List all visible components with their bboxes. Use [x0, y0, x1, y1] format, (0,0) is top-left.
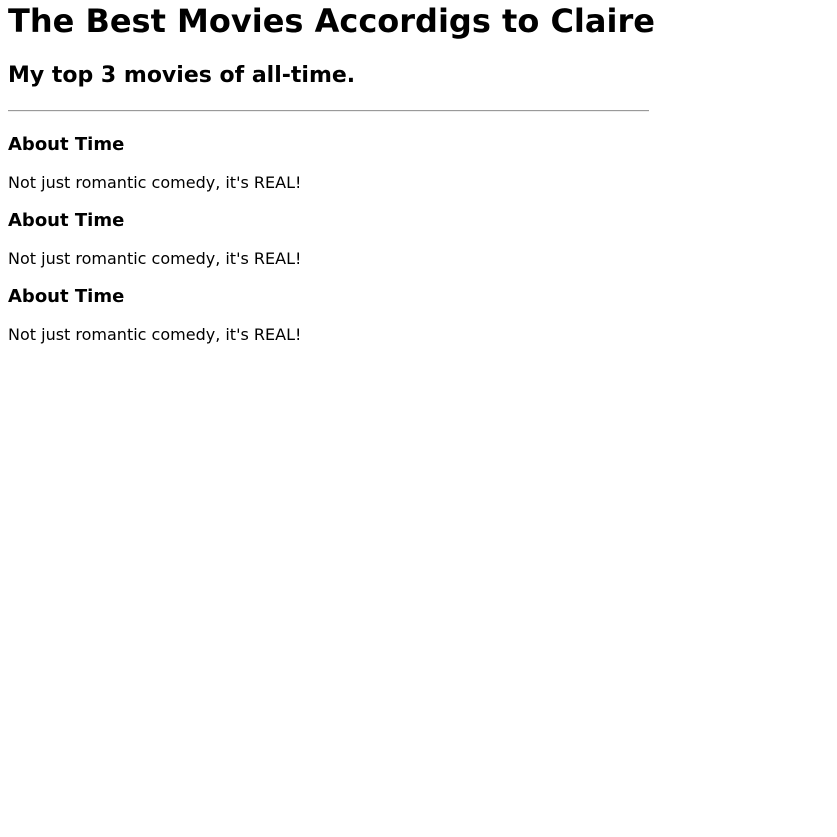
- movie-title: About Time: [8, 134, 125, 155]
- movie-item: About Time Not just romantic comedy, it'…: [8, 284, 829, 345]
- page-title: The Best Movies Accordigs to Claire: [8, 2, 655, 40]
- movie-description: Not just romantic comedy, it's REAL!: [8, 249, 302, 268]
- movie-item: About Time Not just romantic comedy, it'…: [8, 132, 829, 193]
- movie-item: About Time Not just romantic comedy, it'…: [8, 208, 829, 269]
- movie-description: Not just romantic comedy, it's REAL!: [8, 325, 302, 344]
- movie-list: About Time Not just romantic comedy, it'…: [8, 132, 829, 345]
- page-subtitle: My top 3 movies of all-time.: [8, 63, 356, 88]
- movie-title: About Time: [8, 210, 125, 231]
- movie-description: Not just romantic comedy, it's REAL!: [8, 173, 302, 192]
- movie-title: About Time: [8, 286, 125, 307]
- divider: [8, 110, 649, 112]
